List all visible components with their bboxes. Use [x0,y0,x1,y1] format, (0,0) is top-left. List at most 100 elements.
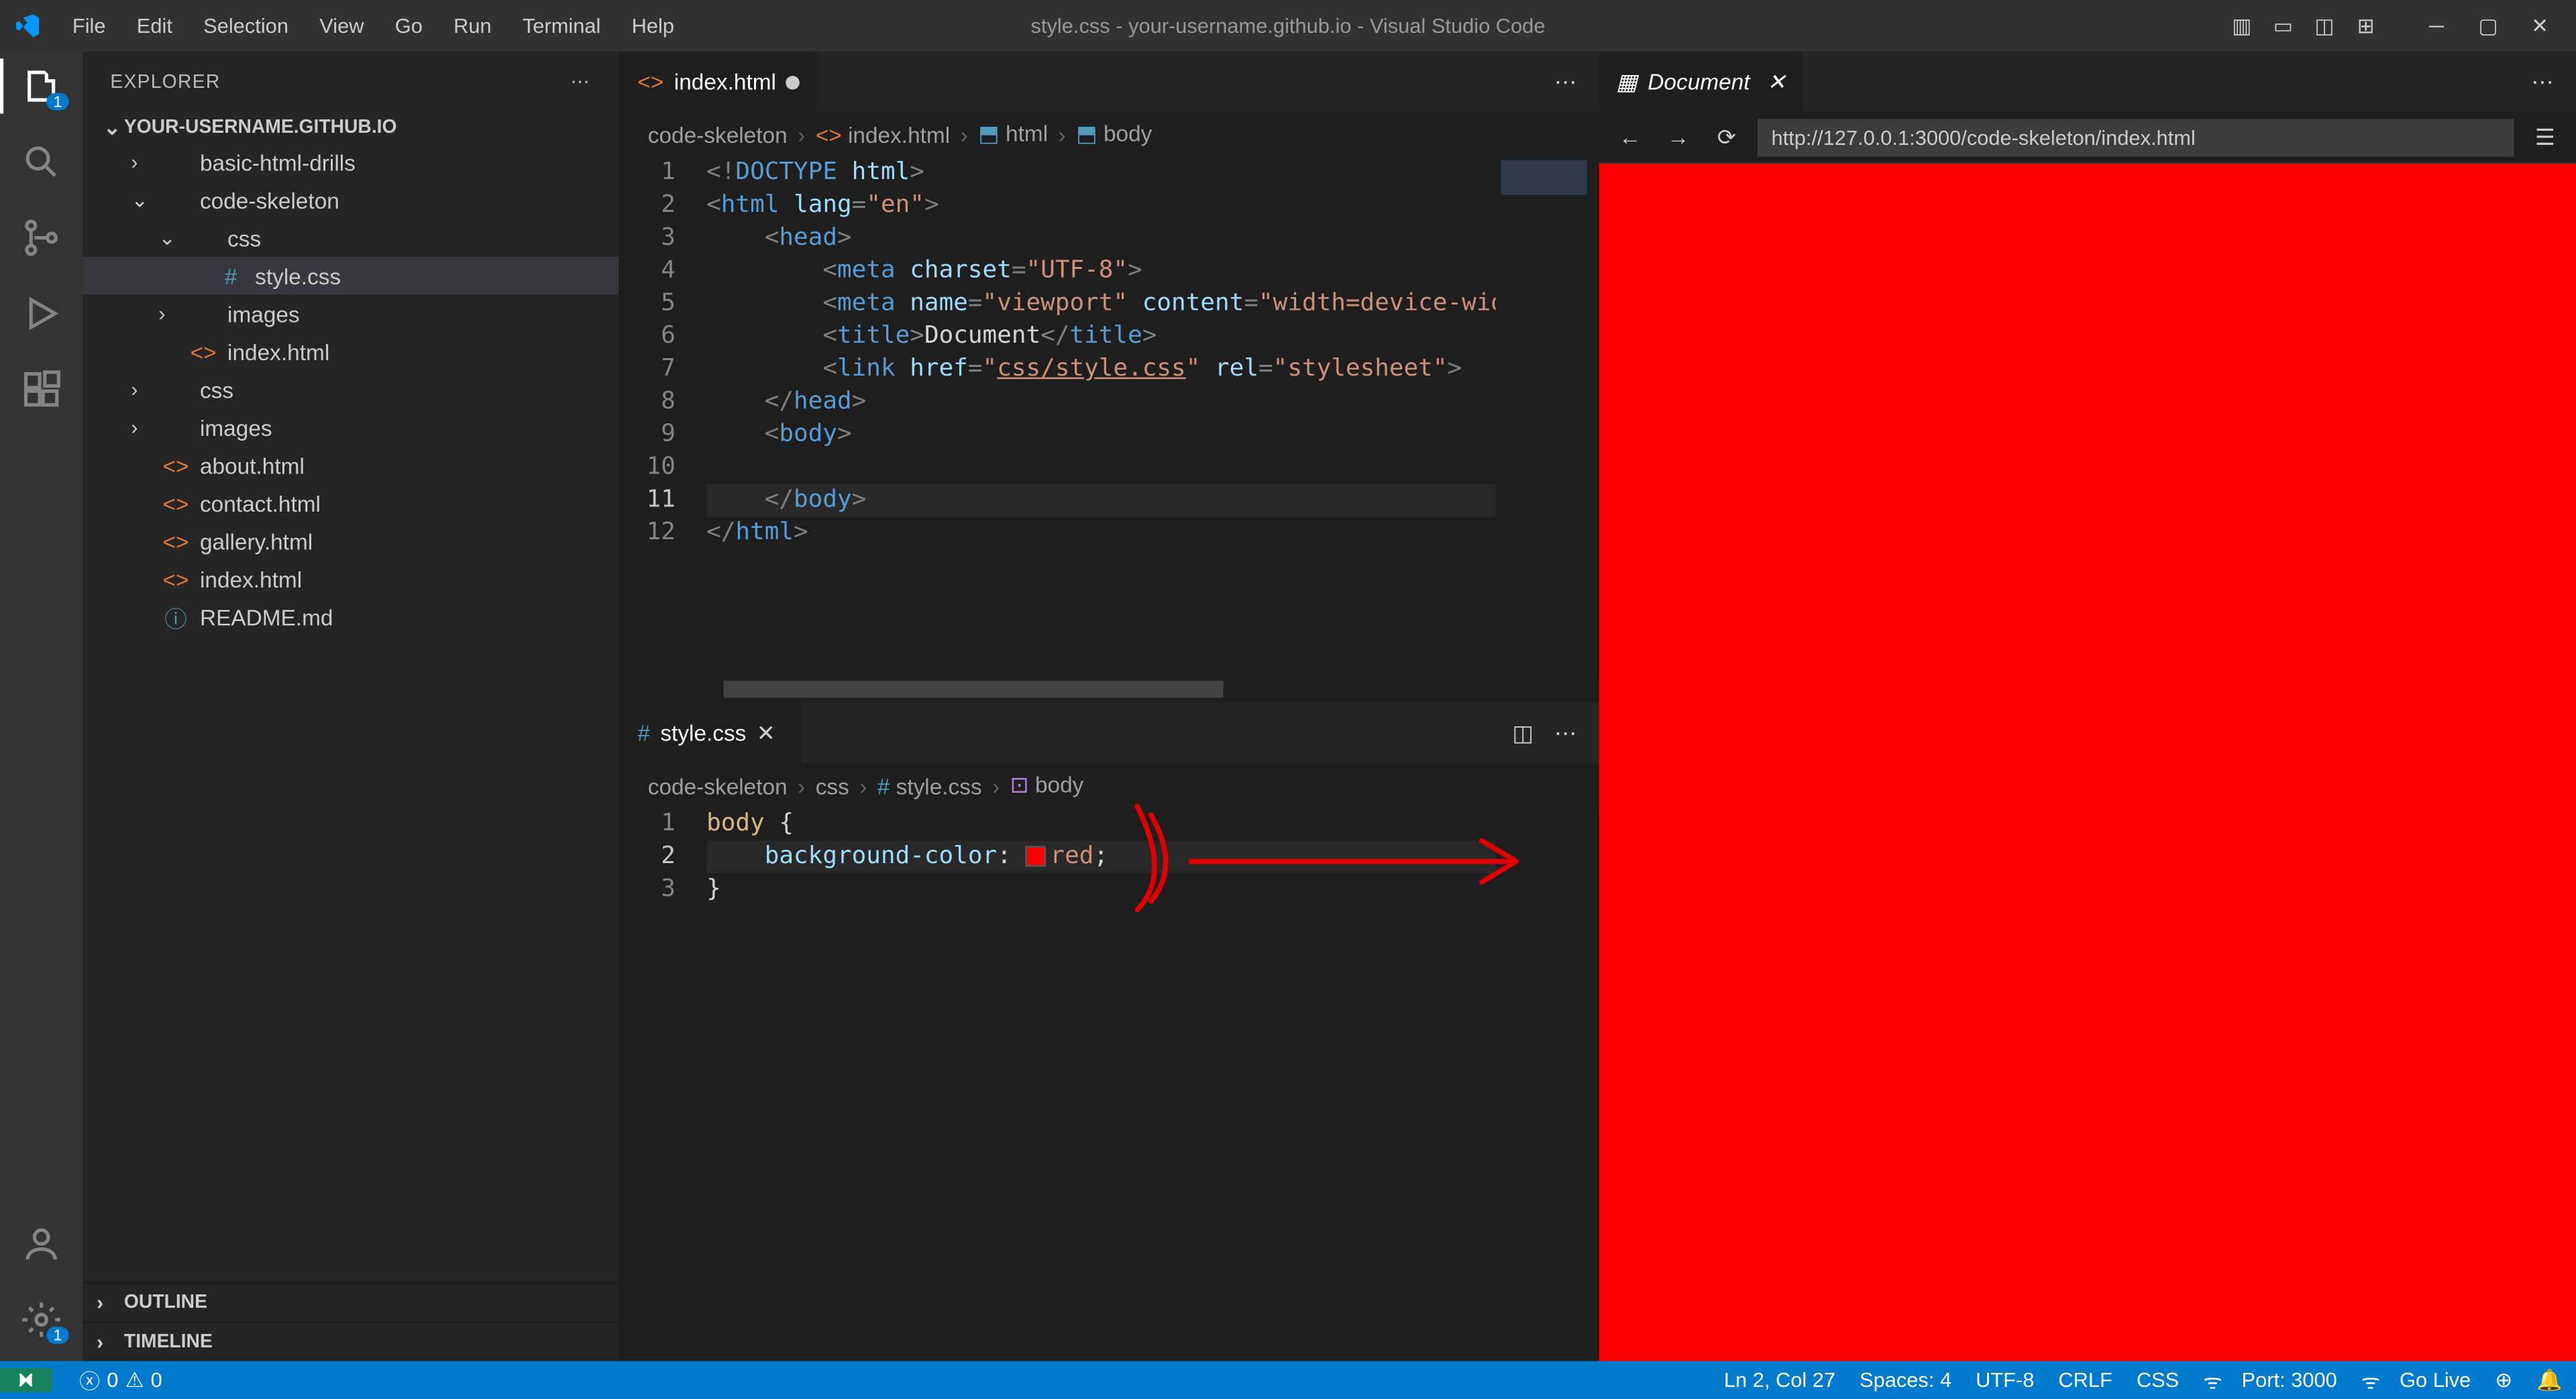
menu-terminal[interactable]: Terminal [508,7,614,45]
menu-help[interactable]: Help [618,7,688,45]
layout-panel-bottom-icon[interactable]: ▭ [2269,12,2297,40]
menu-edit[interactable]: Edit [123,7,186,45]
indentation-status[interactable]: Spaces: 4 [1860,1368,1951,1392]
minimap[interactable] [1496,157,1599,681]
explorer-activity-icon[interactable]: 1 [21,66,62,107]
error-count: 0 [107,1368,118,1392]
extensions-activity-icon[interactable] [21,369,62,410]
cursor-position[interactable]: Ln 2, Col 27 [1724,1368,1835,1392]
tree-item-css[interactable]: ⌄css [83,219,619,257]
explorer-more-icon[interactable]: ⋯ [570,70,591,93]
tree-item-gallery-html[interactable]: <>gallery.html [83,522,619,560]
menu-go[interactable]: Go [381,7,436,45]
tree-item-code-skeleton[interactable]: ⌄code-skeleton [83,181,619,219]
explorer-root-label: YOUR-USERNAME.GITHUB.IO [124,117,397,138]
outline-label: OUTLINE [124,1292,207,1313]
editor-body-top[interactable]: 123456789101112 <!DOCTYPE html><html lan… [621,157,1599,681]
settings-badge: 1 [46,1327,68,1344]
go-live-button[interactable]: ᯤ Go Live [2361,1365,2471,1395]
maximize-button[interactable]: ▢ [2462,0,2514,52]
dirty-indicator-icon [786,75,800,89]
eol-status[interactable]: CRLF [2058,1368,2112,1392]
search-activity-icon[interactable] [21,142,62,183]
layout-customize-icon[interactable]: ⊞ [2352,12,2379,40]
tree-item-css[interactable]: ›css [83,370,619,408]
html-file-icon: <> [637,69,663,95]
tree-item-index-html[interactable]: <>index.html [83,333,619,371]
horizontal-scrollbar[interactable] [621,681,1599,702]
source-control-activity-icon[interactable] [21,217,62,259]
explorer-root[interactable]: ⌄ YOUR-USERNAME.GITHUB.IO [83,112,619,143]
minimap[interactable] [1496,808,1599,1361]
timeline-section[interactable]: ›TIMELINE [83,1321,619,1361]
tree-item-images[interactable]: ›images [83,294,619,333]
tab-index-html[interactable]: <> index.html [621,52,820,112]
layout-panel-right-icon[interactable]: ◫ [2310,12,2338,40]
activity-bar: 1 [0,52,83,1361]
timeline-label: TIMELINE [124,1332,213,1353]
editor-group-top: <> index.html ⋯ code-skeleton›<> index.h… [621,52,1599,703]
broadcast-icon: ᯤ [2203,1365,2222,1395]
css-file-icon: # [637,720,650,746]
menu-run[interactable]: Run [440,7,506,45]
warning-count: 0 [151,1368,162,1392]
layout-panel-left-icon[interactable]: ▥ [2228,12,2255,40]
preview-url-input[interactable] [1758,118,2514,156]
outline-section[interactable]: ›OUTLINE [83,1282,619,1321]
tree-item-basic-html-drills[interactable]: ›basic-html-drills [83,143,619,181]
split-editor-icon[interactable]: ◫ [1512,720,1534,747]
preview-back-icon[interactable]: ← [1613,124,1647,150]
minimize-button[interactable]: ─ [2410,0,2462,52]
remote-indicator-icon[interactable] [0,1368,52,1392]
settings-gear-icon[interactable]: 1 [21,1299,62,1341]
notifications-icon[interactable]: 🔔 [2536,1368,2562,1392]
preview-forward-icon[interactable]: → [1661,124,1695,150]
preview-tab[interactable]: ▦ Document ✕ [1599,52,1803,112]
language-status[interactable]: CSS [2137,1368,2179,1392]
menu-bar: FileEditSelectionViewGoRunTerminalHelp [58,7,688,45]
tab-close-icon[interactable]: ✕ [757,720,784,747]
preview-content[interactable] [1599,164,2576,1361]
menu-selection[interactable]: Selection [190,7,303,45]
menu-file[interactable]: File [58,7,119,45]
accounts-icon[interactable] [21,1223,62,1265]
window-title: style.css - your-username.github.io - Vi… [1031,14,1546,38]
statusbar: ⓧ0 ⚠0 Ln 2, Col 27 Spaces: 4 UTF-8 CRLF … [0,1361,2576,1399]
editor-more-actions-icon[interactable]: ⋯ [1554,720,1578,747]
tree-item-README-md[interactable]: ⓘREADME.md [83,598,619,636]
problems-status[interactable]: ⓧ0 ⚠0 [79,1365,162,1395]
feedback-icon[interactable]: ⊕ [2495,1368,2512,1392]
scrollbar-thumb[interactable] [724,681,1224,698]
editor-body-bottom[interactable]: 123 body { background-color: red;} [621,808,1599,1361]
port-label: Port: 3000 [2242,1368,2337,1392]
tree-item-index-html[interactable]: <>index.html [83,560,619,598]
warning-icon: ⚠ [125,1368,144,1392]
tab-style-css[interactable]: # style.css ✕ [621,703,803,763]
preview-icon: ▦ [1616,68,1638,95]
tree-item-about-html[interactable]: <>about.html [83,446,619,484]
editor-more-actions-icon[interactable]: ⋯ [1554,68,1578,95]
preview-tab-label: Document [1648,69,1750,95]
breadcrumb-bottom[interactable]: code-skeleton›css›# style.css›⊡ body [621,763,1599,808]
menu-view[interactable]: View [306,7,378,45]
editor-group-bottom: # style.css ✕ ◫ ⋯ code-skeleton›css›# st… [621,703,1599,1361]
preview-tab-close-icon[interactable]: ✕ [1767,68,1786,95]
tree-item-images[interactable]: ›images [83,408,619,447]
breadcrumb-top[interactable]: code-skeleton›<> index.html›⬒ html›⬒ bod… [621,112,1599,157]
preview-reload-icon[interactable]: ⟳ [1709,123,1743,151]
titlebar: FileEditSelectionViewGoRunTerminalHelp s… [0,0,2576,52]
tree-item-contact-html[interactable]: <>contact.html [83,484,619,522]
explorer-sidebar: EXPLORER ⋯ ⌄ YOUR-USERNAME.GITHUB.IO ›ba… [83,52,620,1361]
vscode-logo-icon [14,12,42,40]
port-status[interactable]: ᯤ Port: 3000 [2203,1365,2337,1395]
tab-label: index.html [674,69,776,95]
explorer-badge: 1 [46,93,68,111]
close-window-button[interactable]: ✕ [2514,0,2566,52]
encoding-status[interactable]: UTF-8 [1976,1368,2034,1392]
preview-menu-icon[interactable]: ☰ [2528,123,2562,151]
run-debug-activity-icon[interactable] [21,293,62,335]
preview-more-icon[interactable]: ⋯ [2531,68,2555,95]
preview-panel: ▦ Document ✕ ⋯ ← → ⟳ ☰ [1599,52,2576,1361]
go-live-label: Go Live [2400,1368,2471,1392]
tree-item-style-css[interactable]: #style.css [83,257,619,295]
